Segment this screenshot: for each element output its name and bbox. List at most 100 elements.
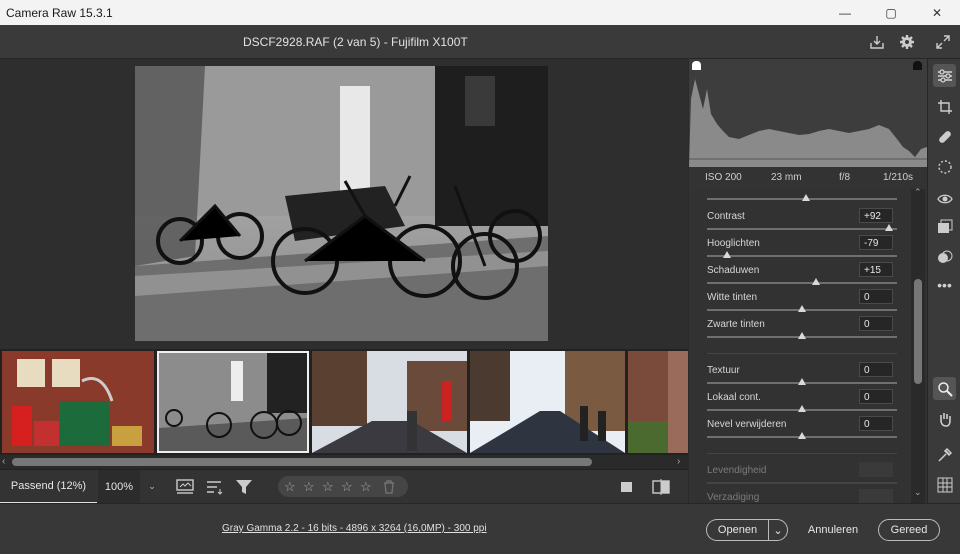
tool-rail: ••• xyxy=(927,59,960,503)
slider-value-input[interactable]: 0 xyxy=(859,389,893,404)
slider-label: Zwarte tinten xyxy=(707,319,765,330)
camera-metadata: ISO 200 23 mm f/8 1/210s xyxy=(689,167,927,190)
scroll-right-icon[interactable]: › xyxy=(677,456,680,467)
slider-value-input[interactable]: -79 xyxy=(859,235,893,250)
healing-icon[interactable] xyxy=(933,125,956,148)
slider-knob[interactable] xyxy=(798,378,806,385)
filmstrip-scroll-thumb[interactable] xyxy=(12,458,592,466)
mask-icon[interactable] xyxy=(933,155,956,178)
filmstrip-thumbnail-selected[interactable] xyxy=(157,351,309,453)
highlight-clipping-toggle[interactable] xyxy=(913,61,922,70)
scroll-left-icon[interactable]: ‹ xyxy=(2,456,5,467)
slider-track[interactable] xyxy=(707,255,897,257)
slider-row: Hooglichten -79 xyxy=(689,235,911,265)
slider-track[interactable] xyxy=(707,228,897,230)
slider-value-input[interactable] xyxy=(859,462,893,477)
maximize-button[interactable]: ▢ xyxy=(868,0,914,25)
grid-icon[interactable] xyxy=(933,473,956,496)
histogram xyxy=(689,59,927,167)
rating-stars[interactable]: ☆ ☆ ☆ ☆ ☆ xyxy=(278,476,408,497)
crop-icon[interactable] xyxy=(933,95,956,118)
section-divider xyxy=(707,353,897,354)
open-options-chevron-icon[interactable]: ⌄ xyxy=(768,519,788,541)
open-button[interactable]: Openen xyxy=(706,519,768,541)
star-icon[interactable]: ☆ xyxy=(360,479,379,495)
trash-icon[interactable] xyxy=(383,479,397,494)
minimize-button[interactable]: — xyxy=(822,0,868,25)
slider-label: Verzadiging xyxy=(707,492,760,503)
done-button[interactable]: Gereed xyxy=(878,519,940,541)
slider-track[interactable] xyxy=(707,482,897,484)
zoom-icon[interactable] xyxy=(933,377,956,400)
file-info: DSCF2928.RAF (2 van 5) - Fujifilm X100T xyxy=(243,35,468,49)
slider-knob[interactable] xyxy=(798,332,806,339)
panel-scroll-thumb[interactable] xyxy=(914,279,922,384)
star-icon[interactable]: ☆ xyxy=(322,479,341,495)
sort-icon[interactable] xyxy=(204,476,226,498)
footer-bar: Gray Gamma 2.2 - 16 bits - 4896 x 3264 (… xyxy=(0,503,960,554)
slider-knob[interactable] xyxy=(798,305,806,312)
more-icon[interactable]: ••• xyxy=(933,273,956,296)
filmstrip-view-icon[interactable] xyxy=(174,476,196,498)
save-icon[interactable] xyxy=(866,31,888,53)
slider-row: Lokaal cont. 0 xyxy=(689,389,911,419)
presets-icon[interactable] xyxy=(933,245,956,268)
filmstrip-thumbnail[interactable] xyxy=(2,351,154,453)
panel-scrollbar[interactable]: ⌃ ⌄ xyxy=(911,187,925,503)
slider-track[interactable] xyxy=(707,282,897,284)
red-eye-icon[interactable] xyxy=(933,187,956,210)
edit-sliders-icon[interactable] xyxy=(933,64,956,87)
slider-value-input[interactable]: 0 xyxy=(859,416,893,431)
slider-label: Contrast xyxy=(707,211,745,222)
filmstrip-scrollbar[interactable]: ‹ › xyxy=(0,455,688,469)
snapshots-icon[interactable] xyxy=(933,215,956,238)
color-sampler-icon[interactable] xyxy=(933,443,956,466)
slider-label: Lokaal cont. xyxy=(707,392,761,403)
filmstrip-thumbnail[interactable] xyxy=(470,351,625,453)
before-after-icon[interactable] xyxy=(650,476,672,498)
header-bar: DSCF2928.RAF (2 van 5) - Fujifilm X100T xyxy=(0,25,960,59)
slider-knob[interactable] xyxy=(812,278,821,285)
zoom-100-button[interactable]: 100% xyxy=(98,470,140,503)
iso-value: ISO 200 xyxy=(705,172,742,183)
slider-value-input[interactable]: 0 xyxy=(859,289,893,304)
filmstrip-thumbnail[interactable] xyxy=(312,351,467,453)
slider-value-input[interactable]: +15 xyxy=(859,262,893,277)
slider-knob[interactable] xyxy=(798,405,806,412)
slider-knob[interactable] xyxy=(722,251,731,258)
chevron-down-icon[interactable]: ⌄ xyxy=(142,470,162,503)
slider-label: Witte tinten xyxy=(707,292,758,303)
scroll-up-icon[interactable]: ⌃ xyxy=(914,187,922,198)
slider-knob[interactable] xyxy=(798,432,806,439)
image-preview-area xyxy=(0,59,688,349)
slider-row: Contrast +92 xyxy=(689,208,911,238)
slider-label: Hooglichten xyxy=(707,238,760,249)
slider-knob[interactable] xyxy=(885,224,894,231)
star-icon[interactable]: ☆ xyxy=(284,479,303,495)
slider-value-input[interactable]: 0 xyxy=(859,362,893,377)
title-bar: Camera Raw 15.3.1 — ▢ ✕ xyxy=(0,0,960,25)
close-button[interactable]: ✕ xyxy=(914,0,960,25)
aperture-value: f/8 xyxy=(839,172,851,183)
bottom-toolbar: Passend (12%) 100% ⌄ ☆ ☆ ☆ ☆ ☆ xyxy=(0,469,688,504)
slider-label: Nevel verwijderen xyxy=(707,419,787,430)
zoom-fit-button[interactable]: Passend (12%) xyxy=(0,470,97,504)
shadow-clipping-toggle[interactable] xyxy=(692,61,701,70)
slider-value-input[interactable]: +92 xyxy=(859,208,893,223)
filter-icon[interactable] xyxy=(233,476,255,498)
star-icon[interactable]: ☆ xyxy=(303,479,322,495)
filmstrip xyxy=(0,349,688,455)
preview-photo[interactable] xyxy=(135,66,548,341)
workflow-options-link[interactable]: Gray Gamma 2.2 - 16 bits - 4896 x 3264 (… xyxy=(222,523,487,534)
slider-value-input[interactable]: 0 xyxy=(859,316,893,331)
star-icon[interactable]: ☆ xyxy=(341,479,360,495)
slider-knob[interactable] xyxy=(802,194,810,201)
single-view-icon[interactable] xyxy=(616,476,638,498)
filmstrip-thumbnail[interactable] xyxy=(628,351,688,453)
cancel-button[interactable]: Annuleren xyxy=(800,519,866,541)
fullscreen-icon[interactable] xyxy=(932,31,954,53)
hand-icon[interactable] xyxy=(933,407,956,430)
slider-value-input[interactable] xyxy=(859,489,893,503)
gear-icon[interactable] xyxy=(896,31,918,53)
scroll-down-icon[interactable]: ⌄ xyxy=(914,487,922,498)
